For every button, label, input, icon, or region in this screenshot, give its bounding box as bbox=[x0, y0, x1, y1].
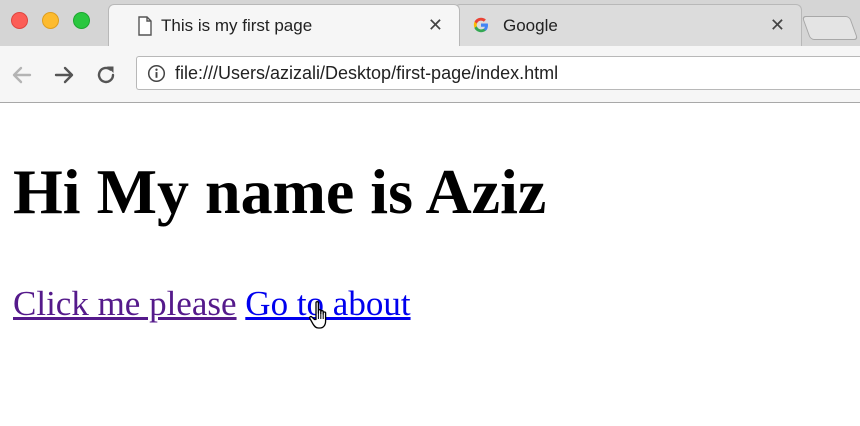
maximize-window-button[interactable] bbox=[73, 12, 90, 29]
close-window-button[interactable] bbox=[11, 12, 28, 29]
toolbar: file:///Users/azizali/Desktop/first-page… bbox=[0, 46, 860, 103]
tab-first-page[interactable]: This is my first page ✕ bbox=[108, 4, 460, 46]
document-icon bbox=[138, 16, 152, 36]
tab-title: Google bbox=[503, 16, 558, 35]
browser-window: This is my first page ✕ Google ✕ file://… bbox=[0, 0, 860, 426]
forward-icon[interactable] bbox=[52, 63, 76, 87]
url-text[interactable]: file:///Users/azizali/Desktop/first-page… bbox=[175, 63, 558, 84]
tab-title: This is my first page bbox=[161, 16, 313, 35]
tab-strip: This is my first page ✕ Google ✕ bbox=[0, 0, 860, 47]
info-icon[interactable] bbox=[147, 64, 166, 83]
back-icon[interactable] bbox=[10, 63, 34, 87]
hand-cursor-icon bbox=[308, 301, 327, 329]
close-tab-icon[interactable]: ✕ bbox=[428, 14, 443, 36]
tab-google[interactable]: Google ✕ bbox=[454, 4, 802, 46]
page-heading: Hi My name is Aziz bbox=[13, 156, 547, 227]
reload-icon[interactable] bbox=[94, 63, 118, 87]
link-row: Click me please Go to about bbox=[13, 282, 411, 326]
new-tab-button[interactable] bbox=[801, 16, 859, 40]
address-bar[interactable]: file:///Users/azizali/Desktop/first-page… bbox=[136, 56, 860, 90]
page-content: Hi My name is Aziz Click me please Go to… bbox=[0, 103, 860, 426]
minimize-window-button[interactable] bbox=[42, 12, 59, 29]
close-tab-icon[interactable]: ✕ bbox=[770, 14, 785, 36]
click-me-link[interactable]: Click me please bbox=[13, 284, 237, 323]
google-icon bbox=[473, 17, 488, 33]
